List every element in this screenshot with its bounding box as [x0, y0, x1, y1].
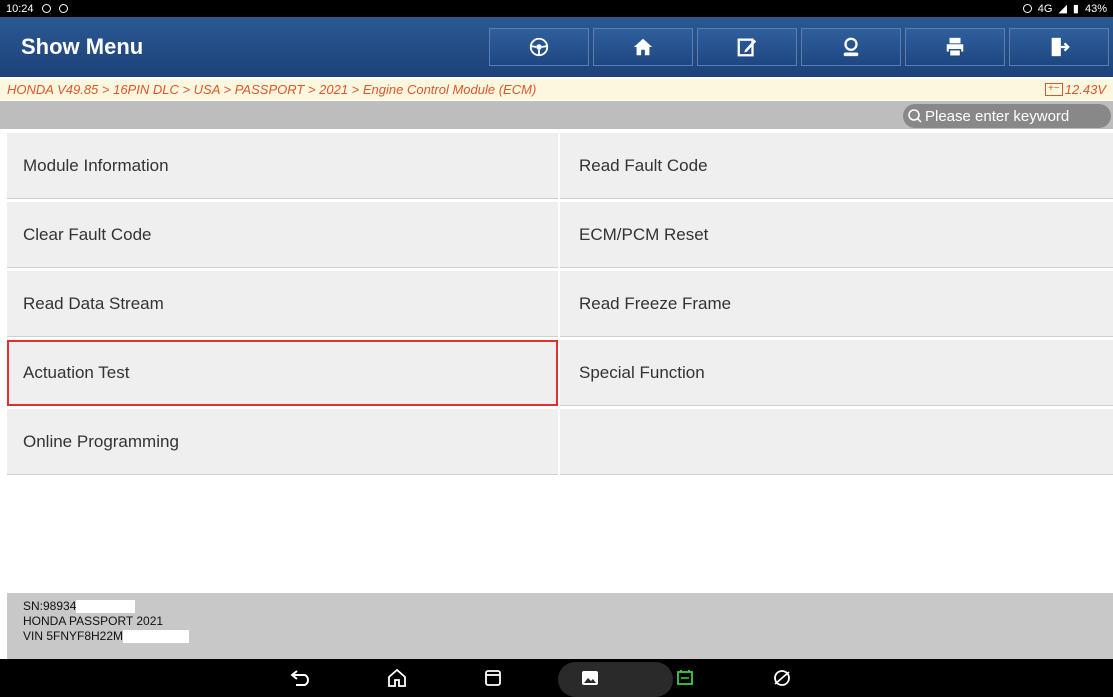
- print-icon: [946, 37, 964, 57]
- app-pill: [558, 662, 673, 697]
- browser-icon: [774, 670, 790, 686]
- search-row: Please enter keyword: [0, 101, 1113, 129]
- breadcrumb: HONDA V49.85 > 16PIN DLC > USA > PASSPOR…: [7, 82, 537, 97]
- serial-number: SN:98934: [23, 599, 77, 613]
- redaction-mask: [123, 630, 190, 644]
- signal-icon: ◢: [1058, 3, 1067, 15]
- menu-item-module-information[interactable]: Module Information: [7, 133, 558, 199]
- battery-icon: ▮: [1072, 3, 1079, 15]
- menu-item-empty: [560, 409, 1113, 475]
- page-title: Show Menu: [21, 34, 144, 59]
- location-icon: [1022, 4, 1032, 13]
- home-nav-icon: [388, 668, 406, 687]
- vin: VIN 5FNYF8H22M: [23, 629, 124, 643]
- menu-item-read-freeze-frame[interactable]: Read Freeze Frame: [560, 271, 1113, 337]
- car-battery-icon: +−: [1044, 83, 1063, 96]
- network-indicator: 4G: [1037, 2, 1053, 15]
- menu-item-clear-fault-code[interactable]: Clear Fault Code: [7, 202, 558, 268]
- breadcrumb-bar: HONDA V49.85 > 16PIN DLC > USA > PASSPOR…: [0, 79, 1113, 100]
- search-input[interactable]: Please enter keyword: [903, 104, 1111, 128]
- vci-button[interactable]: [673, 667, 697, 689]
- menu-item-online-programming[interactable]: Online Programming: [7, 409, 558, 475]
- gallery-button[interactable]: [578, 667, 602, 689]
- steering-wheel-icon: [529, 37, 549, 57]
- search-icon: [908, 109, 922, 123]
- home-nav-button[interactable]: [385, 667, 409, 689]
- redaction-mask: [76, 600, 136, 614]
- status-time: 10:24: [6, 2, 34, 15]
- vehicle-name: HONDA PASSPORT 2021: [23, 614, 164, 628]
- battery-voltage: +− 12.43V: [1044, 82, 1106, 97]
- title-bar: Show Menu: [0, 17, 1113, 77]
- report-button[interactable]: [697, 28, 797, 66]
- menu-item-read-fault-code[interactable]: Read Fault Code: [560, 133, 1113, 199]
- notification-icon: [41, 4, 51, 13]
- recent-apps-button[interactable]: [481, 667, 505, 689]
- user-button[interactable]: [801, 28, 901, 66]
- menu-item-ecm-pcm-reset[interactable]: ECM/PCM Reset: [560, 202, 1113, 268]
- navigation-bar: [0, 659, 1113, 697]
- function-menu: Module Information Read Fault Code Clear…: [7, 133, 1113, 478]
- search-placeholder: Please enter keyword: [925, 107, 1070, 125]
- notification-icon: [58, 4, 68, 13]
- back-button[interactable]: [288, 667, 312, 689]
- app-window: 10:24 4G ◢ ▮ 43% Show Menu HONDA V49.85 …: [0, 0, 1113, 697]
- back-icon: [290, 670, 309, 686]
- vci-icon: [677, 670, 693, 685]
- print-button[interactable]: [905, 28, 1005, 66]
- browser-button[interactable]: [770, 667, 794, 689]
- voltage-value: 12.43V: [1064, 82, 1106, 97]
- exit-icon: [1051, 37, 1070, 57]
- gallery-icon: [582, 671, 598, 685]
- user-icon: [843, 37, 859, 57]
- home-icon: [633, 38, 653, 56]
- menu-item-special-function[interactable]: Special Function: [560, 340, 1113, 406]
- recent-apps-icon: [485, 670, 501, 686]
- menu-item-actuation-test[interactable]: Actuation Test: [7, 340, 558, 406]
- vehicle-info-panel: SN:98934 HONDA PASSPORT 2021 VIN 5FNYF8H…: [7, 593, 1113, 659]
- edit-report-icon: [737, 38, 757, 57]
- home-button[interactable]: [593, 28, 693, 66]
- battery-level: 43%: [1084, 2, 1107, 15]
- steering-wheel-button[interactable]: [489, 28, 589, 66]
- exit-button[interactable]: [1009, 28, 1109, 66]
- menu-item-read-data-stream[interactable]: Read Data Stream: [7, 271, 558, 337]
- status-bar: 10:24 4G ◢ ▮ 43%: [0, 0, 1113, 17]
